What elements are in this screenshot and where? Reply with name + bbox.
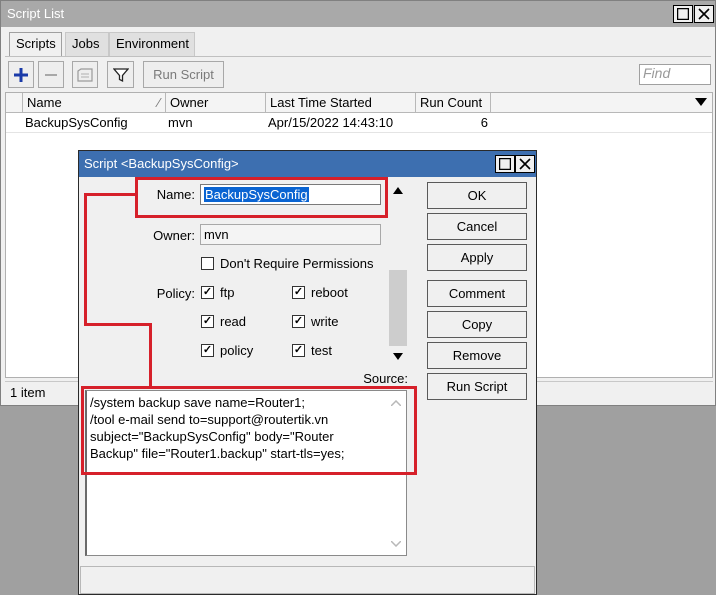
policy-ftp-checkbox[interactable]: ✓ (201, 286, 214, 299)
scroll-down-arrow[interactable] (389, 348, 407, 364)
maximize-icon (499, 158, 511, 170)
column-filler (490, 93, 712, 113)
comment-button[interactable] (72, 61, 98, 88)
source-label: Source: (363, 371, 408, 386)
dialog-close-button[interactable] (515, 155, 535, 173)
form-scrollbar[interactable] (389, 182, 407, 366)
maximize-icon (677, 8, 689, 20)
plus-icon (14, 67, 28, 82)
tab-jobs[interactable]: Jobs (65, 32, 109, 56)
dont-require-permissions-checkbox[interactable] (201, 257, 214, 270)
dialog-status-bar (80, 566, 535, 594)
policy-read-checkbox[interactable]: ✓ (201, 315, 214, 328)
filter-button[interactable] (107, 61, 134, 88)
run-script-button[interactable]: Run Script (427, 373, 527, 400)
minus-icon (45, 73, 57, 76)
scroll-thumb[interactable] (389, 270, 407, 346)
copy-button[interactable]: Copy (427, 311, 527, 338)
policy-policy-checkbox[interactable]: ✓ (201, 344, 214, 357)
run-script-toolbar-button[interactable]: Run Script (143, 61, 224, 88)
policy-test-label: test (311, 343, 332, 358)
annotation-connector (84, 323, 152, 326)
toolbar: Run Script Find (1, 61, 715, 91)
remove-button[interactable]: Remove (427, 342, 527, 369)
column-menu-icon[interactable] (695, 98, 707, 107)
arrow-up-icon (393, 186, 403, 194)
scroll-up-arrow[interactable] (389, 182, 407, 198)
column-run-count[interactable]: Run Count (415, 93, 490, 113)
ok-button[interactable]: OK (427, 182, 527, 209)
policy-write-checkbox[interactable]: ✓ (292, 315, 305, 328)
cell-run-count: 6 (480, 115, 488, 130)
annotation-source-highlight (81, 386, 417, 475)
policy-read-label: read (220, 314, 247, 329)
annotation-name-highlight (135, 177, 388, 218)
filter-icon (112, 67, 129, 82)
policy-ftp-label: ftp (220, 285, 235, 300)
add-button[interactable] (8, 61, 34, 88)
tab-divider (5, 56, 711, 57)
policy-reboot-checkbox[interactable]: ✓ (292, 286, 305, 299)
note-icon (77, 67, 93, 82)
header-spacer (6, 93, 22, 113)
comment-button[interactable]: Comment (427, 280, 527, 307)
owner-label: Owner: (153, 228, 195, 243)
window-title: Script List (1, 1, 715, 27)
policy-policy-label: policy (220, 343, 254, 358)
cell-owner: mvn (168, 115, 193, 130)
table-header: Name ⁄ Owner Last Time Started Run Count (6, 93, 712, 113)
close-icon (519, 158, 531, 170)
annotation-connector (84, 193, 138, 196)
policy-write-label: write (311, 314, 339, 329)
row-divider (6, 132, 712, 133)
column-name[interactable]: Name ⁄ (22, 93, 165, 113)
policy-reboot-label: reboot (311, 285, 348, 300)
dialog-title: Script <BackupSysConfig> (79, 151, 536, 177)
tab-environment[interactable]: Environment (109, 32, 195, 56)
apply-button[interactable]: Apply (427, 244, 527, 271)
maximize-button[interactable] (673, 5, 693, 23)
close-icon (698, 8, 710, 20)
remove-button[interactable] (38, 61, 64, 88)
dont-require-permissions-label: Don't Require Permissions (220, 256, 374, 271)
column-last-started[interactable]: Last Time Started (265, 93, 415, 113)
find-input[interactable]: Find (639, 64, 711, 85)
dialog-maximize-button[interactable] (495, 155, 515, 173)
cell-name: BackupSysConfig (25, 115, 128, 130)
annotation-connector (149, 323, 152, 389)
chevron-down-icon (391, 541, 401, 547)
owner-field[interactable]: mvn (200, 224, 381, 245)
arrow-down-icon (393, 352, 403, 360)
sort-icon: ⁄ (157, 95, 160, 110)
close-button[interactable] (694, 5, 714, 23)
policy-label: Policy: (156, 286, 195, 301)
cancel-button[interactable]: Cancel (427, 213, 527, 240)
column-name-label: Name (27, 95, 62, 110)
cell-last-started: Apr/15/2022 14:43:10 (268, 115, 394, 130)
column-owner[interactable]: Owner (165, 93, 265, 113)
annotation-connector (84, 193, 87, 326)
tab-scripts[interactable]: Scripts (9, 32, 62, 57)
policy-test-checkbox[interactable]: ✓ (292, 344, 305, 357)
